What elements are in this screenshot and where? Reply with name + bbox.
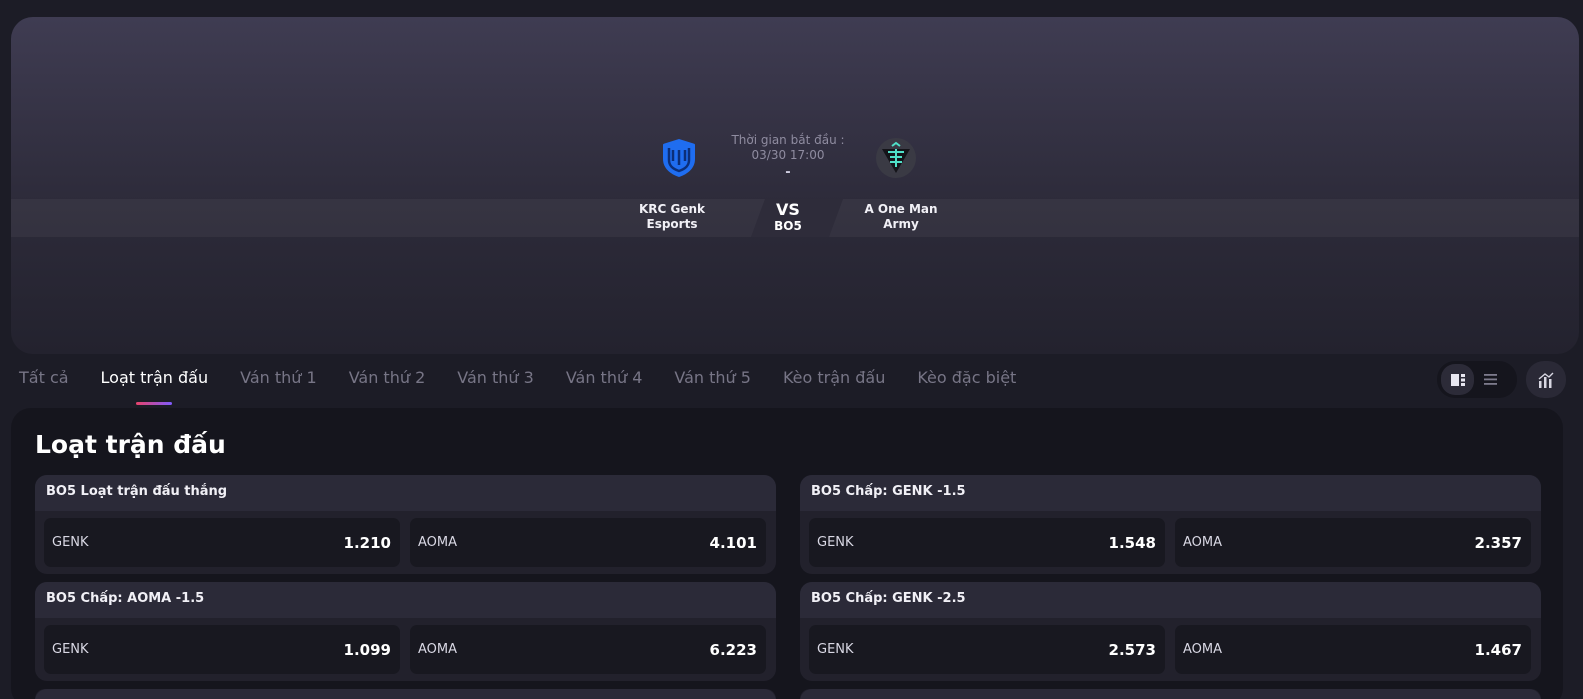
genk-logo-icon [663, 139, 695, 177]
odd-team: GENK [52, 642, 89, 657]
team-right-name: A One Man Army [864, 202, 938, 231]
market-card: BO5 Chấp: GENK -1.5 GENK 1.548 AOMA 2.35… [800, 475, 1541, 574]
market-card: BO5 Loạt trận đấu thắng GENK 1.210 AOMA … [35, 475, 776, 574]
odd-value: 1.210 [343, 534, 391, 552]
market-card: BO5 Chấp: AOMA -1.5 GENK 1.099 AOMA 6.22… [35, 582, 776, 681]
tab-game-3[interactable]: Ván thứ 3 [457, 367, 534, 397]
odd-button-right[interactable]: AOMA 6.223 [410, 625, 766, 674]
list-view-icon [1484, 374, 1497, 385]
odd-value: 1.099 [343, 641, 391, 659]
odd-team: AOMA [1183, 535, 1223, 550]
odd-team: AOMA [418, 642, 458, 657]
stats-button[interactable] [1526, 361, 1566, 398]
market-header [35, 689, 776, 699]
odd-button-left[interactable]: GENK 1.548 [809, 518, 1165, 567]
list-view-button[interactable] [1474, 364, 1507, 395]
tab-all[interactable]: Tất cả [19, 367, 69, 397]
odd-team: AOMA [1183, 642, 1223, 657]
market-title: BO5 Chấp: GENK -2.5 [811, 591, 966, 606]
market-tabs: Tất cả Loạt trận đấu Ván thứ 1 Ván thứ 2… [19, 367, 1048, 397]
market-card-partial [35, 689, 776, 699]
market-card: BO5 Chấp: GENK -2.5 GENK 2.573 AOMA 1.46… [800, 582, 1541, 681]
split-view-icon [1450, 373, 1465, 386]
market-card-partial [800, 689, 1541, 699]
match-header: Thời gian bắt đầu : 03/30 17:00 - KRC Ge… [11, 17, 1579, 354]
odd-team: GENK [817, 642, 854, 657]
match-format: BO5 [774, 219, 802, 233]
odd-value: 6.223 [709, 641, 757, 659]
markets-panel: Loạt trận đấu BO5 Loạt trận đấu thắng GE… [11, 408, 1563, 699]
split-view-button[interactable] [1441, 364, 1474, 395]
market-title: BO5 Chấp: GENK -1.5 [811, 484, 966, 499]
odd-button-right[interactable]: AOMA 4.101 [410, 518, 766, 567]
tab-game-1[interactable]: Ván thứ 1 [240, 367, 317, 397]
odd-button-left[interactable]: GENK 2.573 [809, 625, 1165, 674]
tab-match-odds[interactable]: Kèo trận đấu [783, 367, 885, 397]
start-time-value: 03/30 17:00 [751, 148, 825, 162]
odd-button-left[interactable]: GENK 1.210 [44, 518, 400, 567]
market-header [800, 689, 1541, 699]
match-score: - [785, 165, 791, 180]
odd-value: 2.573 [1108, 641, 1156, 659]
odd-value: 2.357 [1474, 534, 1522, 552]
odd-value: 1.548 [1108, 534, 1156, 552]
tab-game-4[interactable]: Ván thứ 4 [566, 367, 643, 397]
team-left-name: KRC Genk Esports [638, 202, 706, 231]
start-time-label: Thời gian bắt đầu : [731, 133, 845, 147]
tab-series[interactable]: Loạt trận đấu [101, 367, 209, 397]
odd-button-left[interactable]: GENK 1.099 [44, 625, 400, 674]
aoma-logo-icon [876, 138, 916, 178]
section-title: Loạt trận đấu [35, 430, 226, 459]
bar-chart-icon [1538, 372, 1554, 388]
tab-special-odds[interactable]: Kèo đặc biệt [917, 367, 1016, 397]
odd-team: GENK [817, 535, 854, 550]
market-title: BO5 Chấp: AOMA -1.5 [46, 591, 205, 606]
odd-value: 1.467 [1474, 641, 1522, 659]
market-title: BO5 Loạt trận đấu thắng [46, 484, 228, 499]
odd-team: AOMA [418, 535, 458, 550]
odd-button-right[interactable]: AOMA 2.357 [1175, 518, 1531, 567]
tab-game-2[interactable]: Ván thứ 2 [349, 367, 426, 397]
vs-label: VS [776, 200, 800, 219]
odd-button-right[interactable]: AOMA 1.467 [1175, 625, 1531, 674]
tab-game-5[interactable]: Ván thứ 5 [674, 367, 751, 397]
view-toggle [1437, 361, 1517, 398]
odd-value: 4.101 [709, 534, 757, 552]
odd-team: GENK [52, 535, 89, 550]
